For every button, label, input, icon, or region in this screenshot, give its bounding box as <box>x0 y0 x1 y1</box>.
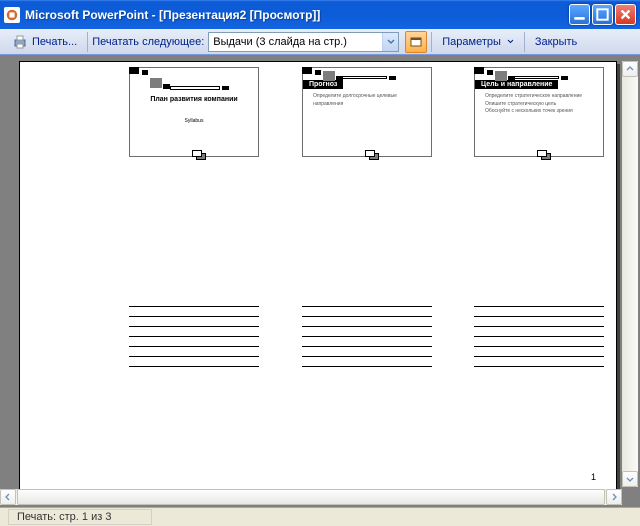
chevron-down-icon <box>626 475 634 483</box>
slide-2-bullets: Определите долгосрочные целевые направле… <box>303 91 431 110</box>
print-what-combo[interactable]: Выдачи (3 слайда на стр.) <box>208 32 399 52</box>
separator <box>524 32 525 52</box>
maximize-button[interactable] <box>592 4 613 25</box>
slide-thumbnail-2: Прогноз Определите долгосрочные целевые … <box>302 67 432 157</box>
close-label: Закрыть <box>535 36 577 48</box>
combo-value: Выдачи (3 слайда на стр.) <box>209 36 382 48</box>
separator <box>431 32 432 52</box>
horizontal-scrollbar[interactable] <box>0 489 622 505</box>
chevron-right-icon <box>610 493 618 501</box>
slide-3-title: Цель и направление <box>475 80 558 89</box>
separator <box>87 32 88 52</box>
vertical-scrollbar[interactable] <box>622 61 638 487</box>
print-what-label: Печатать следующее: <box>92 36 204 48</box>
scroll-thumb[interactable] <box>17 489 605 505</box>
combo-dropdown-button[interactable] <box>382 33 398 51</box>
print-label: Печать... <box>32 36 77 48</box>
notes-lines-2 <box>302 306 432 376</box>
slide-3-bullets: Определите стратегическое направление Оп… <box>475 91 603 118</box>
scroll-down-button[interactable] <box>622 471 638 487</box>
app-icon <box>4 7 20 23</box>
slide-2-title: Прогноз <box>303 80 343 89</box>
scroll-right-button[interactable] <box>606 489 622 505</box>
landscape-orientation-button[interactable] <box>405 31 427 53</box>
scroll-up-button[interactable] <box>622 61 638 77</box>
notes-lines-1 <box>129 306 259 376</box>
scroll-left-button[interactable] <box>0 489 16 505</box>
slide-thumbnail-3: Цель и направление Определите стратегиче… <box>474 67 604 157</box>
preview-area: План развития компании Syllabus Прогноз … <box>0 55 640 507</box>
notes-lines-3 <box>474 306 604 376</box>
printer-icon <box>12 34 28 50</box>
chevron-up-icon <box>626 65 634 73</box>
handout-page: План развития компании Syllabus Прогноз … <box>19 61 617 490</box>
close-preview-button[interactable]: Закрыть <box>529 31 583 53</box>
page-number: 1 <box>591 472 596 482</box>
slide-1-subtitle: Syllabus <box>130 118 258 124</box>
print-button[interactable]: Печать... <box>6 31 83 53</box>
minimize-button[interactable] <box>569 4 590 25</box>
status-text: Печать: стр. 1 из 3 <box>8 509 152 525</box>
chevron-left-icon <box>4 493 12 501</box>
close-button[interactable] <box>615 4 636 25</box>
window-title: Microsoft PowerPoint - [Презентация2 [Пр… <box>25 8 320 22</box>
chevron-down-icon <box>387 38 395 46</box>
options-label: Параметры <box>442 36 501 48</box>
options-button[interactable]: Параметры <box>436 31 520 53</box>
slide-thumbnail-1: План развития компании Syllabus <box>129 67 259 157</box>
title-bar: Microsoft PowerPoint - [Презентация2 [Пр… <box>0 0 640 29</box>
slide-1-title: План развития компании <box>130 96 258 103</box>
chevron-down-icon <box>507 38 514 45</box>
page-icon <box>409 35 423 49</box>
print-preview-toolbar: Печать... Печатать следующее: Выдачи (3 … <box>0 29 640 55</box>
status-bar: Печать: стр. 1 из 3 <box>0 507 640 526</box>
